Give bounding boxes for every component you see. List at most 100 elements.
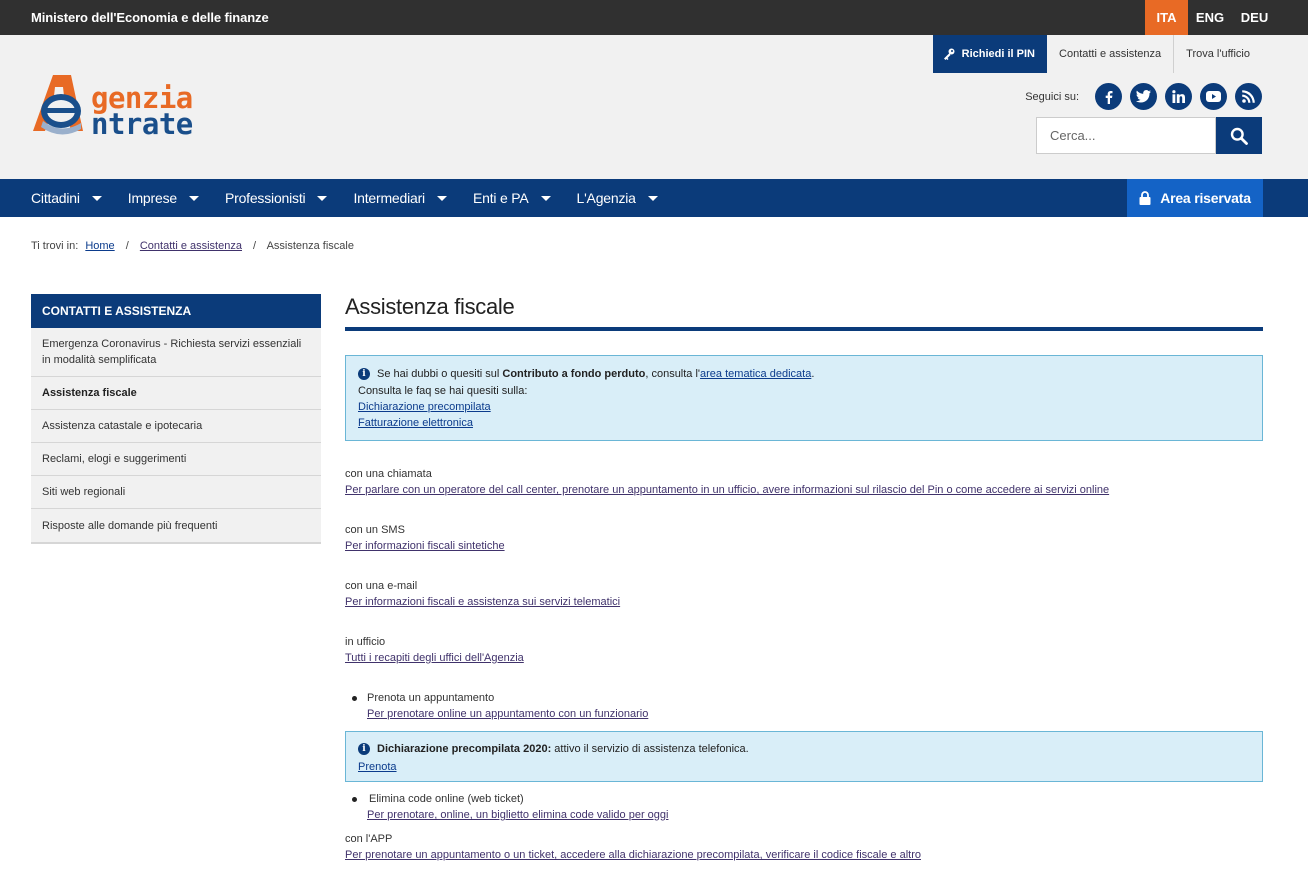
contacts-link[interactable]: Contatti e assistenza <box>1047 35 1173 73</box>
reserved-area-label: Area riservata <box>1160 190 1251 206</box>
youtube-icon[interactable] <box>1200 83 1227 110</box>
nav-label: L'Agenzia <box>576 190 636 206</box>
info-box-precompilata: i Dichiarazione precompilata 2020: attiv… <box>345 731 1263 782</box>
nav-item-agenzia[interactable]: L'Agenzia <box>577 190 658 206</box>
caret-down-icon <box>91 195 102 201</box>
request-pin-button[interactable]: Richiedi il PIN <box>932 35 1048 73</box>
sidebar-item-siti-regionali[interactable]: Siti web regionali <box>31 476 321 509</box>
bullet-web-ticket: Elimina code online (web ticket) Per pre… <box>345 791 1263 823</box>
lang-eng[interactable]: ENG <box>1188 0 1232 35</box>
site-header: genzia ntrate Richiedi il PIN Contatti e… <box>0 35 1308 179</box>
nav-item-imprese[interactable]: Imprese <box>128 190 199 206</box>
bullet-dot <box>352 696 357 701</box>
sidebar-title: CONTATTI E ASSISTENZA <box>31 294 321 328</box>
search-input[interactable] <box>1036 117 1216 154</box>
contact-block-app: con l'APP Per prenotare un appuntamento … <box>345 831 1263 863</box>
nav-label: Imprese <box>127 190 177 206</box>
info-icon: i <box>358 743 370 755</box>
info-text: Dichiarazione precompilata 2020: attivo … <box>377 741 749 757</box>
reserved-area-button[interactable]: Area riservata <box>1127 179 1263 217</box>
info-box-contributo: i Se hai dubbi o quesiti sul Contributo … <box>345 355 1263 441</box>
sidebar-item-coronavirus[interactable]: Emergenza Coronavirus - Richiesta serviz… <box>31 328 321 377</box>
breadcrumb-home-link[interactable]: Home <box>85 240 114 252</box>
info-text-bold: Dichiarazione precompilata 2020: <box>377 743 552 755</box>
breadcrumb-prefix: Ti trovi in: <box>31 240 79 252</box>
search-form <box>1036 117 1262 154</box>
breadcrumb: Ti trovi in: Home / Contatti e assistenz… <box>31 240 354 252</box>
email-link[interactable]: Per informazioni fiscali e assistenza su… <box>345 596 620 608</box>
contact-block-office: in ufficio Tutti i recapiti degli uffici… <box>345 634 1263 666</box>
info-text: Se hai dubbi o quesiti sul Contributo a … <box>377 366 814 382</box>
contact-block-email: con una e-mail Per informazioni fiscali … <box>345 578 1263 610</box>
bullet-body: Prenota un appuntamento Per prenotare on… <box>367 690 648 722</box>
info-line: i Se hai dubbi o quesiti sul Contributo … <box>358 366 1250 382</box>
find-office-link[interactable]: Trova l'ufficio <box>1173 35 1262 73</box>
breadcrumb-current: Assistenza fiscale <box>266 240 354 252</box>
nav-label: Intermediari <box>353 190 425 206</box>
breadcrumb-separator: / <box>125 240 129 252</box>
nav-label: Enti e PA <box>472 190 529 206</box>
contact-label: con un SMS <box>345 524 405 536</box>
contact-block-sms: con un SMS Per informazioni fiscali sint… <box>345 522 1263 554</box>
info-text-body: attivo il servizio di assistenza telefon… <box>551 743 749 755</box>
contact-label: con una chiamata <box>345 468 432 480</box>
info-icon: i <box>358 368 370 380</box>
search-button[interactable] <box>1216 117 1262 154</box>
sidebar-item-reclami[interactable]: Reclami, elogi e suggerimenti <box>31 443 321 476</box>
lock-icon <box>1139 191 1151 205</box>
thematic-area-link[interactable]: area tematica dedicata <box>700 368 811 380</box>
caret-down-icon <box>188 195 199 201</box>
prenota-link[interactable]: Prenota <box>358 761 397 773</box>
nav-label: Professionisti <box>224 190 306 206</box>
app-link[interactable]: Per prenotare un appuntamento o un ticke… <box>345 849 921 861</box>
agenzia-entrate-logo[interactable]: genzia ntrate <box>31 73 236 141</box>
bullet-dot <box>352 797 357 802</box>
info-text-post: . <box>811 368 815 380</box>
sidebar-item-assistenza-fiscale[interactable]: Assistenza fiscale <box>31 377 321 410</box>
linkedin-icon[interactable] <box>1165 83 1192 110</box>
lang-ita[interactable]: ITA <box>1145 0 1188 35</box>
bullet-body: Elimina code online (web ticket) Per pre… <box>367 791 668 823</box>
caret-down-icon <box>647 195 658 201</box>
rss-icon[interactable] <box>1235 83 1262 110</box>
sidebar: CONTATTI E ASSISTENZA Emergenza Coronavi… <box>31 294 321 544</box>
sms-link[interactable]: Per informazioni fiscali sintetiche <box>345 540 505 552</box>
nav-item-professionisti[interactable]: Professionisti <box>224 190 328 206</box>
breadcrumb-section-link[interactable]: Contatti e assistenza <box>140 240 242 252</box>
key-icon <box>943 48 955 60</box>
nav-item-enti-pa[interactable]: Enti e PA <box>473 190 551 206</box>
bullet-label: Prenota un appuntamento <box>367 692 495 704</box>
facebook-icon[interactable] <box>1095 83 1122 110</box>
bullet-appointment: Prenota un appuntamento Per prenotare on… <box>345 690 1263 722</box>
web-ticket-link[interactable]: Per prenotare, online, un biglietto elim… <box>367 809 668 821</box>
contact-label: con una e-mail <box>345 580 418 592</box>
info-line: i Dichiarazione precompilata 2020: attiv… <box>358 741 1250 757</box>
contact-block-call: con una chiamata Per parlare con un oper… <box>345 466 1263 498</box>
ministry-name[interactable]: Ministero dell'Economia e delle finanze <box>31 10 269 25</box>
faq-fatturazione-link[interactable]: Fatturazione elettronica <box>358 417 473 429</box>
office-contacts-link[interactable]: Tutti i recapiti degli uffici dell'Agenz… <box>345 652 524 664</box>
nav-item-intermediari[interactable]: Intermediari <box>353 190 447 206</box>
lang-deu[interactable]: DEU <box>1232 0 1277 35</box>
info-text-bold: Contributo a fondo perduto <box>502 368 646 380</box>
logo-text-ntrate: ntrate <box>91 107 193 141</box>
sidebar-item-faq[interactable]: Risposte alle domande più frequenti <box>31 509 321 542</box>
call-center-link[interactable]: Per parlare con un operatore del call ce… <box>345 484 1109 496</box>
bullet-label: Elimina code online (web ticket) <box>369 793 524 805</box>
info-text-pre: Se hai dubbi o quesiti sul <box>377 368 503 380</box>
book-appointment-link[interactable]: Per prenotare online un appuntamento con… <box>367 708 648 720</box>
sidebar-item-assistenza-catastale[interactable]: Assistenza catastale e ipotecaria <box>31 410 321 443</box>
faq-precompilata-link[interactable]: Dichiarazione precompilata <box>358 401 491 413</box>
request-pin-label: Richiedi il PIN <box>961 48 1036 60</box>
social-links: Seguici su: <box>1025 83 1262 110</box>
page-title: Assistenza fiscale <box>345 294 1263 331</box>
sidebar-list: Emergenza Coronavirus - Richiesta serviz… <box>31 328 321 544</box>
breadcrumb-separator: / <box>253 240 257 252</box>
caret-down-icon <box>540 195 551 201</box>
info-text-mid: , consulta l' <box>645 368 701 380</box>
contact-label: in ufficio <box>345 636 386 648</box>
twitter-icon[interactable] <box>1130 83 1157 110</box>
utility-links: Richiedi il PIN Contatti e assistenza Tr… <box>932 35 1262 73</box>
caret-down-icon <box>317 195 328 201</box>
nav-item-cittadini[interactable]: Cittadini <box>31 190 102 206</box>
